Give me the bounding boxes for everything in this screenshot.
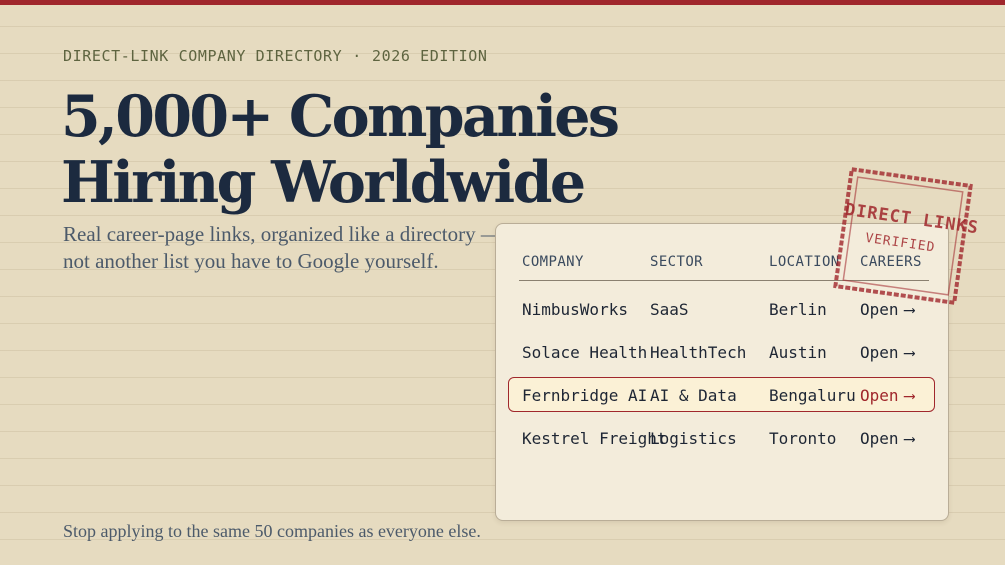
page-title: 5,000+ Companies Hiring Worldwide — [61, 83, 620, 216]
edition-label: 2026 EDITION — [371, 47, 488, 65]
kicker-separator: · — [352, 47, 362, 65]
footer-tagline: Stop applying to the same 50 companies a… — [63, 521, 481, 541]
sector-value: SaaS — [650, 300, 689, 319]
verified-stamp: DIRECT LINKS VERIFIED — [830, 164, 980, 309]
subhead-line-2: not another list you have to Google your… — [63, 249, 439, 273]
location-value: Austin — [769, 343, 827, 362]
sector-value: Logistics — [650, 429, 737, 448]
careers-open-link[interactable]: Open ⟶ — [860, 386, 914, 406]
top-accent-bar — [0, 0, 1005, 5]
location-value: Bengaluru — [769, 386, 856, 405]
headline-line-1: 5,000+ Companies — [61, 83, 620, 150]
careers-open-link[interactable]: Open ⟶ — [860, 300, 914, 320]
careers-open-link[interactable]: Open ⟶ — [860, 343, 914, 363]
careers-link-label: Open — [860, 300, 899, 319]
directory-row: Kestrel Freight Logistics Toronto Open ⟶ — [496, 421, 948, 457]
column-header-location: LOCATION — [769, 254, 840, 270]
location-value: Berlin — [769, 300, 827, 319]
sector-value: AI & Data — [650, 386, 737, 405]
subheadline: Real career-page links, organized like a… — [63, 221, 502, 275]
column-header-sector: SECTOR — [650, 254, 703, 270]
arrow-right-icon: ⟶ — [904, 343, 915, 362]
arrow-right-icon: ⟶ — [904, 429, 915, 448]
company-name: NimbusWorks — [522, 300, 628, 319]
careers-link-label: Open — [860, 386, 899, 405]
careers-link-label: Open — [860, 429, 899, 448]
arrow-right-icon: ⟶ — [904, 300, 915, 319]
company-name: Solace Health — [522, 343, 648, 362]
column-header-company: COMPANY — [522, 254, 584, 270]
directory-row-highlighted: Fernbridge AI AI & Data Bengaluru Open ⟶ — [496, 377, 948, 414]
kicker-label: DIRECT-LINK COMPANY DIRECTORY — [63, 47, 343, 65]
company-name: Kestrel Freight — [522, 429, 667, 448]
kicker-line: DIRECT-LINK COMPANY DIRECTORY · 2026 EDITI… — [63, 47, 488, 65]
company-name: Fernbridge AI — [522, 386, 648, 405]
arrow-right-icon: ⟶ — [904, 386, 915, 405]
headline-line-2: Hiring Worldwide — [61, 149, 586, 216]
directory-row: Solace Health HealthTech Austin Open ⟶ — [496, 335, 948, 371]
careers-open-link[interactable]: Open ⟶ — [860, 429, 914, 449]
subhead-line-1: Real career-page links, organized like a… — [63, 222, 502, 246]
sector-value: HealthTech — [650, 343, 747, 362]
careers-link-label: Open — [860, 343, 899, 362]
location-value: Toronto — [769, 429, 837, 448]
